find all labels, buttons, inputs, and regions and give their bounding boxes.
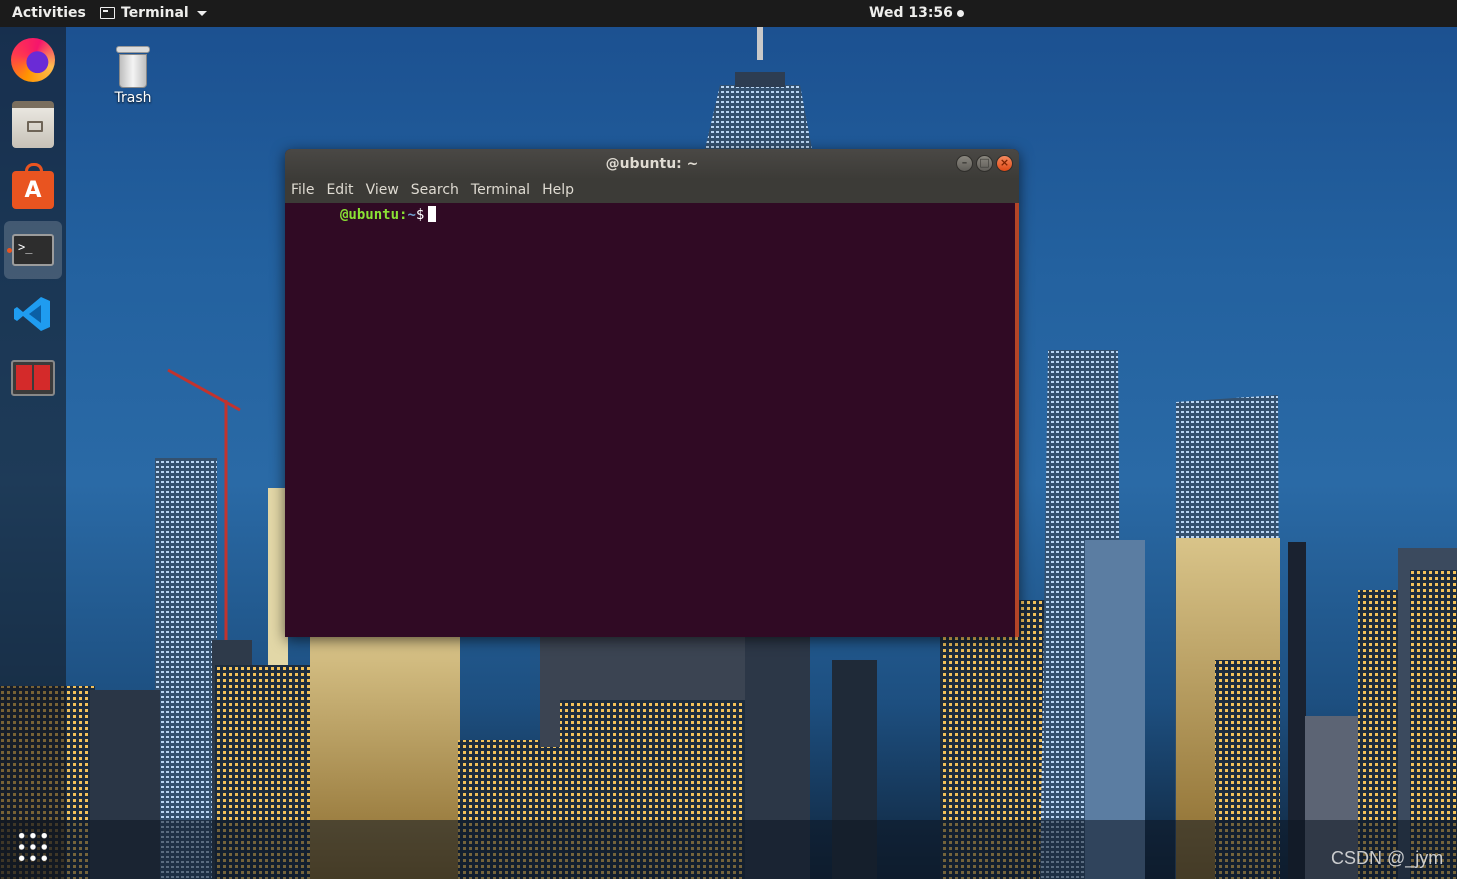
- split-terminal-icon: [11, 360, 55, 396]
- prompt-host: @ubuntu: [340, 207, 400, 223]
- firefox-icon: [11, 38, 55, 82]
- chevron-down-icon: [196, 10, 207, 16]
- prompt-symbol: $: [415, 207, 425, 223]
- menu-help[interactable]: Help: [536, 179, 580, 203]
- prompt-path: ~: [407, 207, 416, 223]
- dock-terminal[interactable]: >_: [4, 221, 62, 279]
- clock-label: Wed 13:56: [869, 5, 953, 21]
- running-indicator: [7, 248, 12, 253]
- menu-terminal[interactable]: Terminal: [465, 179, 536, 203]
- window-titlebar[interactable]: @ubuntu: ~ – □ ×: [285, 149, 1019, 179]
- trash-icon: [116, 46, 150, 88]
- maximize-icon[interactable]: □: [976, 155, 993, 172]
- terminal-window[interactable]: @ubuntu: ~ – □ × File Edit View Search T…: [285, 149, 1019, 637]
- window-title: @ubuntu: ~: [605, 156, 699, 172]
- shell-prompt: @ubuntu:~$: [340, 206, 437, 223]
- dock-files[interactable]: [4, 95, 62, 153]
- menu-search[interactable]: Search: [405, 179, 465, 203]
- dock-split-terminal[interactable]: [4, 349, 62, 407]
- top-bar: Activities Terminal Wed 13:56: [0, 0, 1457, 27]
- terminal-icon: >_: [12, 234, 54, 266]
- menu-edit[interactable]: Edit: [320, 179, 359, 203]
- app-menu-label: Terminal: [121, 5, 189, 21]
- apps-grid-icon[interactable]: [16, 830, 50, 864]
- menu-file[interactable]: File: [285, 179, 320, 203]
- watermark: CSDN @_jym: [1331, 848, 1444, 868]
- menu-view[interactable]: View: [360, 179, 405, 203]
- vscode-icon: [14, 297, 50, 331]
- dock-vscode[interactable]: [4, 285, 62, 343]
- terminal-small-icon: [100, 7, 115, 19]
- menu-bar: File Edit View Search Terminal Help: [285, 179, 1019, 203]
- notification-dot-icon: [956, 9, 964, 17]
- clock[interactable]: Wed 13:56: [869, 5, 964, 21]
- minimize-icon[interactable]: –: [956, 155, 973, 172]
- files-icon: [12, 100, 54, 148]
- dock-firefox[interactable]: [4, 31, 62, 89]
- close-icon[interactable]: ×: [996, 155, 1013, 172]
- software-icon: A: [12, 163, 54, 209]
- activities-button[interactable]: Activities: [12, 5, 86, 21]
- dock: A >_: [0, 27, 66, 879]
- desktop-trash[interactable]: Trash: [105, 46, 161, 106]
- text-cursor: [428, 206, 437, 222]
- app-menu[interactable]: Terminal: [100, 5, 207, 21]
- terminal-output[interactable]: @ubuntu:~$: [285, 203, 1015, 637]
- dock-software[interactable]: A: [4, 159, 62, 217]
- window-resize-edge[interactable]: [1015, 203, 1019, 637]
- trash-label: Trash: [114, 90, 152, 106]
